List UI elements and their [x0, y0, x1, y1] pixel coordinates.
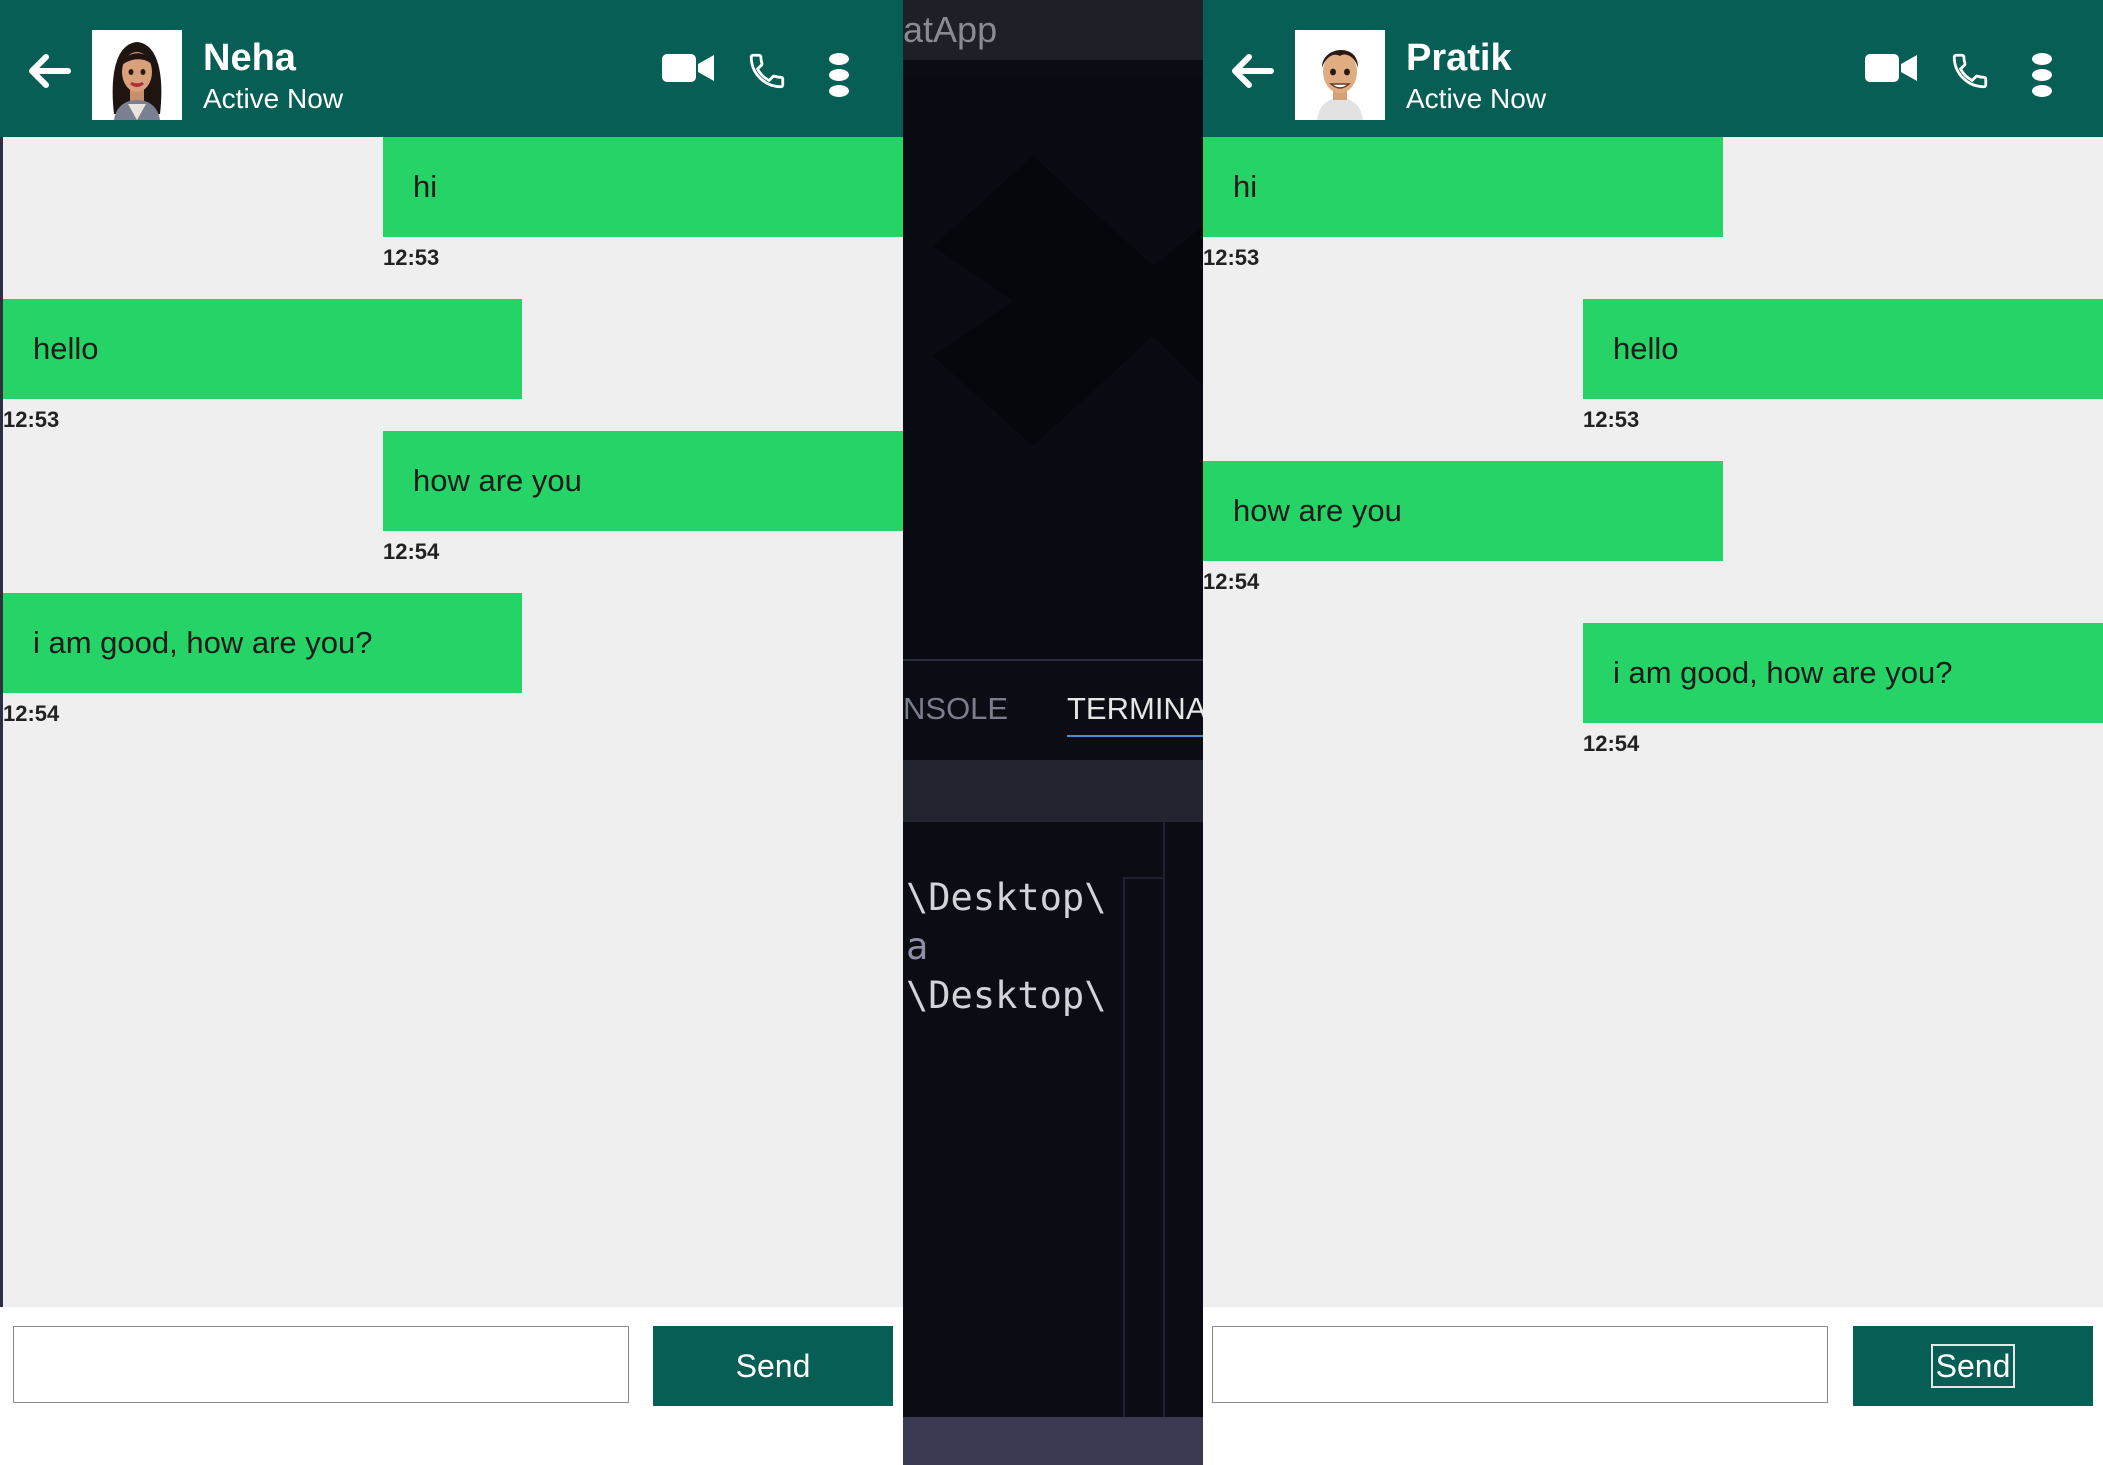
chat-window-pratik: Pratik Active Now hi 12:53 hello 12:53 h… — [1203, 0, 2103, 1465]
message-sent: i am good, how are you? 12:54 — [1583, 623, 2103, 757]
message-sent: how are you 12:54 — [383, 431, 903, 565]
contact-name: Pratik — [1406, 37, 1512, 79]
ide-title-bar: natApp — [903, 0, 1203, 60]
more-vertical-icon[interactable] — [826, 52, 852, 98]
more-vertical-icon[interactable] — [2029, 52, 2055, 98]
message-time: 12:53 — [1203, 245, 1260, 270]
ide-background-window: natApp NSOLE TERMINAL \Desktop\ a \Deskt… — [903, 0, 1203, 1465]
terminal-toolbar — [903, 760, 1203, 822]
chat-header: Pratik Active Now — [1203, 0, 2103, 137]
chat-header: Neha Active Now — [0, 0, 903, 137]
contact-status: Active Now — [203, 83, 344, 114]
message-composer: Send — [1203, 1307, 2103, 1465]
send-button-label: Send — [1930, 1343, 2016, 1388]
avatar[interactable] — [1295, 30, 1385, 120]
panel-tab-bar: NSOLE TERMINAL — [903, 661, 1203, 761]
message-input[interactable] — [13, 1326, 629, 1403]
message-sent: hello 12:53 — [1583, 299, 2103, 433]
message-time: 12:54 — [383, 539, 440, 564]
contact-status: Active Now — [1406, 83, 1547, 114]
video-camera-icon[interactable] — [1865, 52, 1917, 84]
message-time: 12:54 — [1583, 731, 1640, 756]
ide-title-text: natApp — [903, 9, 998, 50]
phone-icon[interactable] — [746, 50, 788, 92]
chat-window-neha: Neha Active Now hi 12:53 hello 12:53 how… — [0, 0, 903, 1465]
message-received: hello 12:53 — [3, 299, 522, 433]
message-received: i am good, how are you? 12:54 — [3, 593, 522, 727]
message-bubble: how are you — [383, 431, 903, 531]
message-bubble: hello — [1583, 299, 2103, 399]
send-button[interactable]: Send — [1853, 1326, 2093, 1406]
message-input[interactable] — [1212, 1326, 1828, 1403]
send-button[interactable]: Send — [653, 1326, 893, 1406]
terminal-scrollbar[interactable] — [1163, 822, 1165, 1417]
contact-name: Neha — [203, 37, 296, 79]
ide-editor-area — [903, 76, 1203, 660]
boy-avatar-icon — [1295, 30, 1385, 120]
message-time: 12:54 — [1203, 569, 1260, 594]
phone-icon[interactable] — [1949, 50, 1991, 92]
message-list: hi 12:53 hello 12:53 how are you 12:54 i… — [0, 137, 903, 1307]
message-time: 12:54 — [3, 701, 60, 726]
back-arrow-icon[interactable] — [1227, 46, 1277, 96]
terminal-line: \Desktop\ — [906, 974, 1107, 1017]
message-bubble: hi — [1203, 137, 1723, 237]
message-bubble: how are you — [1203, 461, 1723, 561]
message-received: how are you 12:54 — [1203, 461, 1723, 595]
watermark-logo-icon — [933, 156, 1203, 446]
video-camera-icon[interactable] — [662, 52, 714, 84]
avatar[interactable] — [92, 30, 182, 120]
message-time: 12:53 — [3, 407, 60, 432]
message-bubble: i am good, how are you? — [1583, 623, 2103, 723]
message-bubble: hello — [3, 299, 522, 399]
message-time: 12:53 — [383, 245, 440, 270]
send-button-label: Send — [735, 1347, 811, 1384]
message-received: hi 12:53 — [1203, 137, 1723, 271]
terminal-line: a — [906, 925, 929, 968]
terminal-scroll-region — [1123, 877, 1163, 1417]
message-time: 12:53 — [1583, 407, 1640, 432]
ide-status-bar — [903, 1417, 1203, 1465]
message-composer: Send — [0, 1307, 903, 1465]
terminal-line: \Desktop\ — [906, 876, 1107, 919]
back-arrow-icon[interactable] — [24, 46, 74, 96]
message-list: hi 12:53 hello 12:53 how are you 12:54 i… — [1203, 137, 2103, 1307]
tab-debug-console[interactable]: NSOLE — [903, 691, 1008, 727]
message-bubble: i am good, how are you? — [3, 593, 522, 693]
message-bubble: hi — [383, 137, 903, 237]
message-sent: hi 12:53 — [383, 137, 903, 271]
tab-terminal[interactable]: TERMINAL — [1067, 691, 1203, 737]
girl-avatar-icon — [92, 30, 182, 120]
